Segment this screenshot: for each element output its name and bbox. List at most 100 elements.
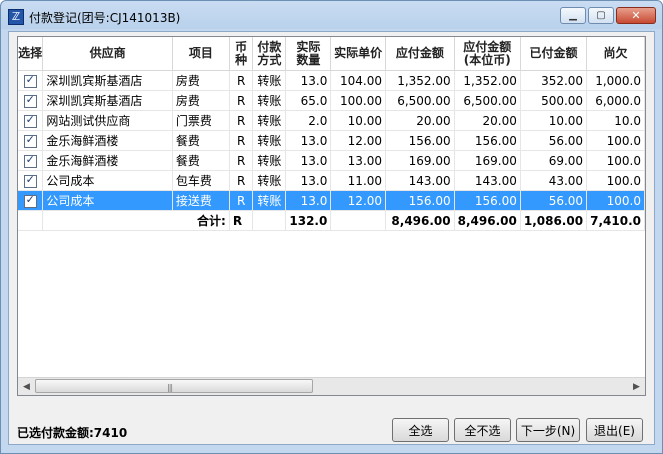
table-row[interactable]: 金乐海鲜酒楼餐费R转账13.012.00156.00156.0056.00100… [18,130,645,151]
column-header[interactable]: 供应商 [42,37,173,71]
maximize-icon[interactable]: ▢ [588,7,614,24]
column-header[interactable]: 选择 [18,37,44,71]
cell-item: 接送费 [172,190,230,211]
row-checkbox[interactable] [23,173,37,188]
payment-table: 选择 供应商 项目 币种 付款 方式 实际 数量 实际单价 应付金额 应付金额 (本位币) 已付金… [18,37,645,231]
cell-currency: R [229,190,254,211]
cell-method: 转账 [252,110,287,131]
cell-paid: 69.00 [520,150,588,171]
total-payable: 8,496.00 [385,210,455,231]
cell-item: 房费 [172,90,230,111]
total-owed: 7,410.0 [586,210,645,231]
grip-icon: ||| [167,383,173,392]
cell-payable: 1,352.00 [385,70,455,91]
column-header[interactable]: 实际 数量 [285,37,332,71]
row-checkbox[interactable] [23,93,37,108]
cell-currency: R [229,90,254,111]
cell-price: 100.00 [330,90,387,111]
minimize-icon[interactable]: ▁ [560,7,586,24]
cell-payable-base: 143.00 [454,170,521,191]
cell-owed: 6,000.0 [586,90,645,111]
table-row[interactable]: 深圳凯宾斯基酒店房费R转账65.0100.006,500.006,500.005… [18,90,645,111]
cell-supplier: 深圳凯宾斯基酒店 [42,70,173,91]
cell-qty: 65.0 [285,90,332,111]
row-checkbox[interactable] [23,73,37,88]
cell-paid: 10.00 [520,110,588,131]
cell-method: 转账 [252,90,287,111]
column-header[interactable]: 币种 [229,37,254,71]
table-row[interactable]: 深圳凯宾斯基酒店房费R转账13.0104.001,352.001,352.003… [18,70,645,91]
total-row: 合计: R 132.0 8,496.00 8,496.00 1,086.00 7,410.0 [18,210,645,231]
total-qty: 132.0 [285,210,332,231]
scroll-thumb[interactable]: ||| [35,379,313,393]
cell-method: 转账 [252,190,287,211]
total-empty-cell [252,210,287,231]
cell-supplier: 金乐海鲜酒楼 [42,130,173,151]
cell-owed: 1,000.0 [586,70,645,91]
scroll-right-icon[interactable]: ▶ [628,378,645,395]
table-row[interactable]: 金乐海鲜酒楼餐费R转账13.013.00169.00169.0069.00100… [18,150,645,171]
total-empty-cell [330,210,387,231]
cell-supplier: 公司成本 [42,190,173,211]
select-cell [18,90,44,111]
cell-price: 12.00 [330,190,387,211]
row-checkbox[interactable] [23,113,37,128]
next-step-button[interactable]: 下一步(N) [516,418,580,442]
row-checkbox[interactable] [23,133,37,148]
column-header[interactable]: 应付金额 (本位币) [454,37,521,71]
column-header[interactable]: 尚欠 [586,37,645,71]
column-header[interactable]: 项目 [172,37,230,71]
cell-item: 房费 [172,70,230,91]
cell-supplier: 网站测试供应商 [42,110,173,131]
select-none-button[interactable]: 全不选 [454,418,511,442]
cell-item: 门票费 [172,110,230,131]
cell-payable-base: 156.00 [454,130,521,151]
cell-payable: 169.00 [385,150,455,171]
scroll-left-icon[interactable]: ◀ [18,378,35,395]
cell-paid: 500.00 [520,90,588,111]
cell-price: 10.00 [330,110,387,131]
total-currency: R [229,210,254,231]
table-row[interactable]: 网站测试供应商门票费R转账2.010.0020.0020.0010.0010.0 [18,110,645,131]
table-row[interactable]: 公司成本包车费R转账13.011.00143.00143.0043.00100.… [18,170,645,191]
cell-currency: R [229,110,254,131]
payment-grid[interactable]: 选择 供应商 项目 币种 付款 方式 实际 数量 实际单价 应付金额 应付金额 (本位币) 已付金… [17,36,646,396]
window-title: 付款登记(团号:CJ141013B) [29,11,181,25]
column-header[interactable]: 应付金额 [385,37,455,71]
select-cell [18,130,44,151]
row-checkbox[interactable] [23,193,37,208]
column-header[interactable]: 实际单价 [330,37,387,71]
cell-paid: 43.00 [520,170,588,191]
cell-payable: 156.00 [385,130,455,151]
title-bar[interactable]: ℤ 付款登记(团号:CJ141013B) ▁ ▢ ✕ [1,1,662,31]
table-row[interactable]: 公司成本接送费R转账13.012.00156.00156.0056.00100.… [18,190,645,211]
window-controls: ▁ ▢ ✕ [558,7,656,24]
cell-currency: R [229,150,254,171]
cell-currency: R [229,170,254,191]
payment-window: ℤ 付款登记(团号:CJ141013B) ▁ ▢ ✕ 选择 供应商 项目 币种 付款 方… [0,0,663,454]
cell-item: 餐费 [172,130,230,151]
cell-price: 11.00 [330,170,387,191]
close-icon[interactable]: ✕ [616,7,656,24]
cell-payable: 20.00 [385,110,455,131]
cell-payable-base: 20.00 [454,110,521,131]
cell-payable-base: 1,352.00 [454,70,521,91]
client-area: 选择 供应商 项目 币种 付款 方式 实际 数量 实际单价 应付金额 应付金额 (本位币) 已付金… [8,31,655,445]
select-cell [18,190,44,211]
cell-payable-base: 6,500.00 [454,90,521,111]
exit-button[interactable]: 退出(E) [586,418,643,442]
cell-currency: R [229,70,254,91]
cell-paid: 56.00 [520,190,588,211]
row-checkbox[interactable] [23,153,37,168]
cell-owed: 10.0 [586,110,645,131]
cell-owed: 100.0 [586,170,645,191]
column-header[interactable]: 已付金额 [520,37,588,71]
horizontal-scrollbar[interactable]: ◀ ||| ▶ [18,377,645,395]
cell-price: 13.00 [330,150,387,171]
total-empty-cell [18,210,44,231]
cell-owed: 100.0 [586,130,645,151]
select-all-button[interactable]: 全选 [392,418,449,442]
column-header[interactable]: 付款 方式 [252,37,287,71]
cell-qty: 2.0 [285,110,332,131]
selected-amount-summary: 已选付款金额:7410 [17,426,128,440]
